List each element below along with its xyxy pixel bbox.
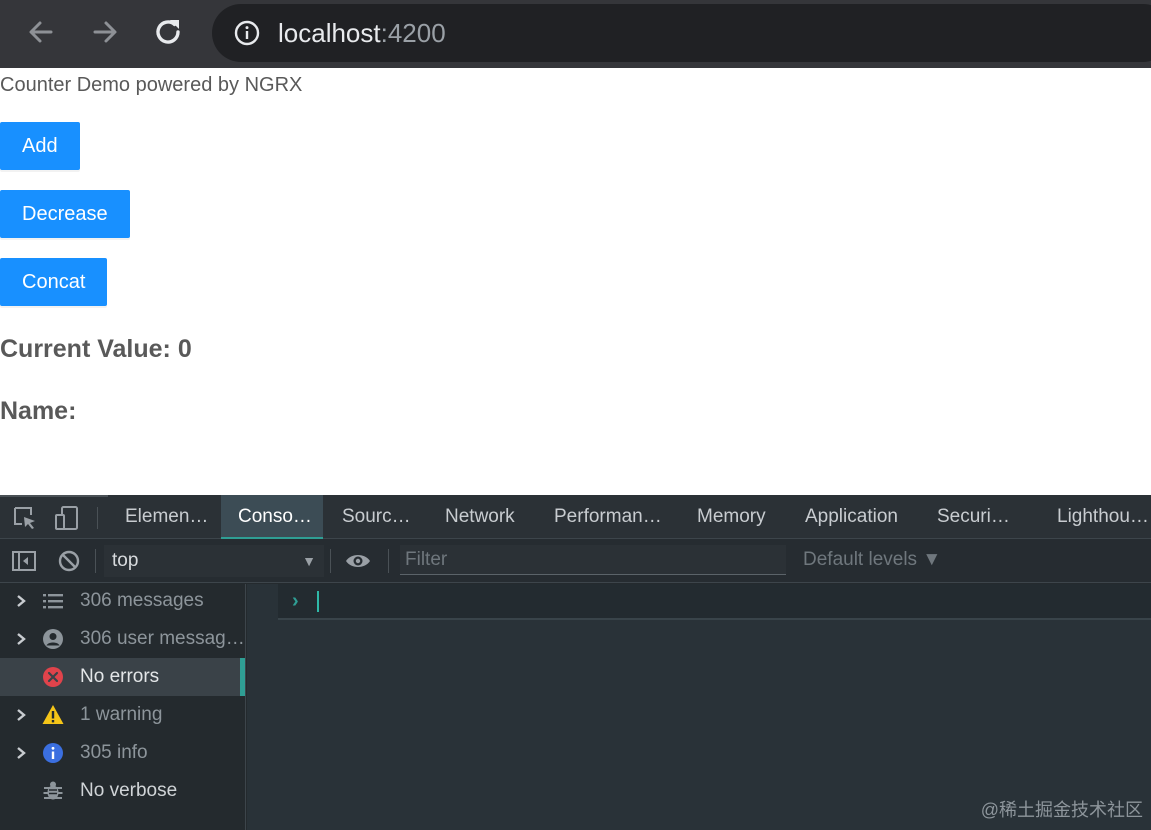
sidebar-item-errors[interactable]: No errors: [0, 658, 245, 696]
name-value: Name:: [0, 397, 77, 425]
device-toolbar-icon[interactable]: [54, 505, 80, 531]
back-button[interactable]: [25, 16, 57, 48]
clear-console-icon[interactable]: [56, 548, 82, 574]
bug-icon: [43, 781, 63, 800]
forward-icon: [93, 21, 117, 43]
prompt-chevron-icon: ›: [292, 590, 299, 612]
tab-security[interactable]: Securi…: [937, 495, 1010, 539]
browser-toolbar: localhost:4200: [0, 0, 1151, 68]
live-expression-eye-icon[interactable]: [345, 548, 371, 574]
info-icon: [43, 743, 63, 763]
reload-icon: [156, 20, 180, 44]
sidebar-item-verbose[interactable]: No verbose: [0, 772, 245, 810]
list-icon: [43, 594, 63, 609]
inspect-element-icon[interactable]: [12, 505, 38, 531]
tab-memory[interactable]: Memory: [697, 495, 766, 539]
forward-button[interactable]: [89, 16, 121, 48]
add-button[interactable]: Add: [0, 122, 80, 170]
page-title: Counter Demo powered by NGRX: [0, 74, 303, 96]
filter-input[interactable]: [400, 545, 786, 575]
tab-lighthouse[interactable]: Lighthou…: [1057, 495, 1149, 539]
sidebar-item-label: 306 messages: [80, 590, 204, 611]
tab-network[interactable]: Network: [445, 495, 515, 539]
tab-application[interactable]: Application: [805, 495, 898, 539]
address-bar[interactable]: localhost:4200: [212, 4, 1151, 62]
text-caret: [317, 591, 319, 612]
context-value: top: [112, 550, 139, 571]
url-port: :4200: [380, 18, 446, 48]
divider: [388, 549, 389, 573]
sidebar-item-warnings[interactable]: 1 warning: [0, 696, 245, 734]
sidebar-item-label: 305 info: [80, 742, 148, 763]
chevron-right-icon: [17, 595, 26, 607]
console-output: ›: [247, 584, 1151, 830]
divider: [95, 549, 96, 573]
chevron-right-icon: [17, 747, 26, 759]
console-prompt[interactable]: ›: [278, 584, 1151, 620]
sidebar-item-user-messages[interactable]: 306 user messag…: [0, 620, 245, 658]
url-text: localhost:4200: [278, 18, 446, 48]
watermark: @稀土掘金技术社区: [980, 800, 1143, 820]
page-content: Counter Demo powered by NGRX Add Decreas…: [0, 68, 1151, 495]
divider: [97, 507, 98, 529]
warning-icon: [42, 705, 64, 724]
tab-sources[interactable]: Sourc…: [342, 495, 411, 539]
console-toolbar: top ▼ Default levels ▼: [0, 539, 1151, 583]
console-sidebar: 306 messages 306 user messag… No errors: [0, 584, 246, 830]
default-levels-dropdown[interactable]: Default levels ▼: [803, 549, 941, 571]
chevron-right-icon: [17, 709, 26, 721]
devtools-panel: Elemen… Conso… Sourc… Network Performan……: [0, 495, 1151, 830]
devtools-tab-bar: Elemen… Conso… Sourc… Network Performan……: [0, 495, 1151, 539]
user-icon: [43, 629, 63, 649]
sidebar-item-label: No verbose: [80, 780, 178, 801]
sidebar-item-label: No errors: [80, 666, 160, 687]
tab-console[interactable]: Conso…: [221, 495, 323, 539]
sidebar-item-label: 306 user messag…: [80, 628, 245, 649]
sidebar-item-info[interactable]: 305 info: [0, 734, 245, 772]
error-icon: [43, 667, 63, 687]
current-value: Current Value: 0: [0, 335, 192, 363]
tab-performance[interactable]: Performan…: [554, 495, 662, 539]
divider: [330, 549, 331, 573]
concat-button[interactable]: Concat: [0, 258, 108, 306]
sidebar-toggle-icon[interactable]: [11, 548, 37, 574]
site-info-icon[interactable]: [234, 20, 260, 46]
divider: [0, 495, 108, 497]
sidebar-item-messages[interactable]: 306 messages: [0, 582, 245, 620]
sidebar-item-label: 1 warning: [80, 704, 163, 725]
dropdown-caret-icon: ▼: [302, 553, 316, 569]
tab-elements[interactable]: Elemen…: [125, 495, 208, 539]
back-icon: [29, 21, 53, 43]
decrease-button[interactable]: Decrease: [0, 190, 130, 238]
url-host: localhost: [278, 18, 381, 48]
reload-button[interactable]: [152, 16, 184, 48]
context-select[interactable]: top ▼: [104, 545, 324, 577]
chevron-right-icon: [17, 633, 26, 645]
